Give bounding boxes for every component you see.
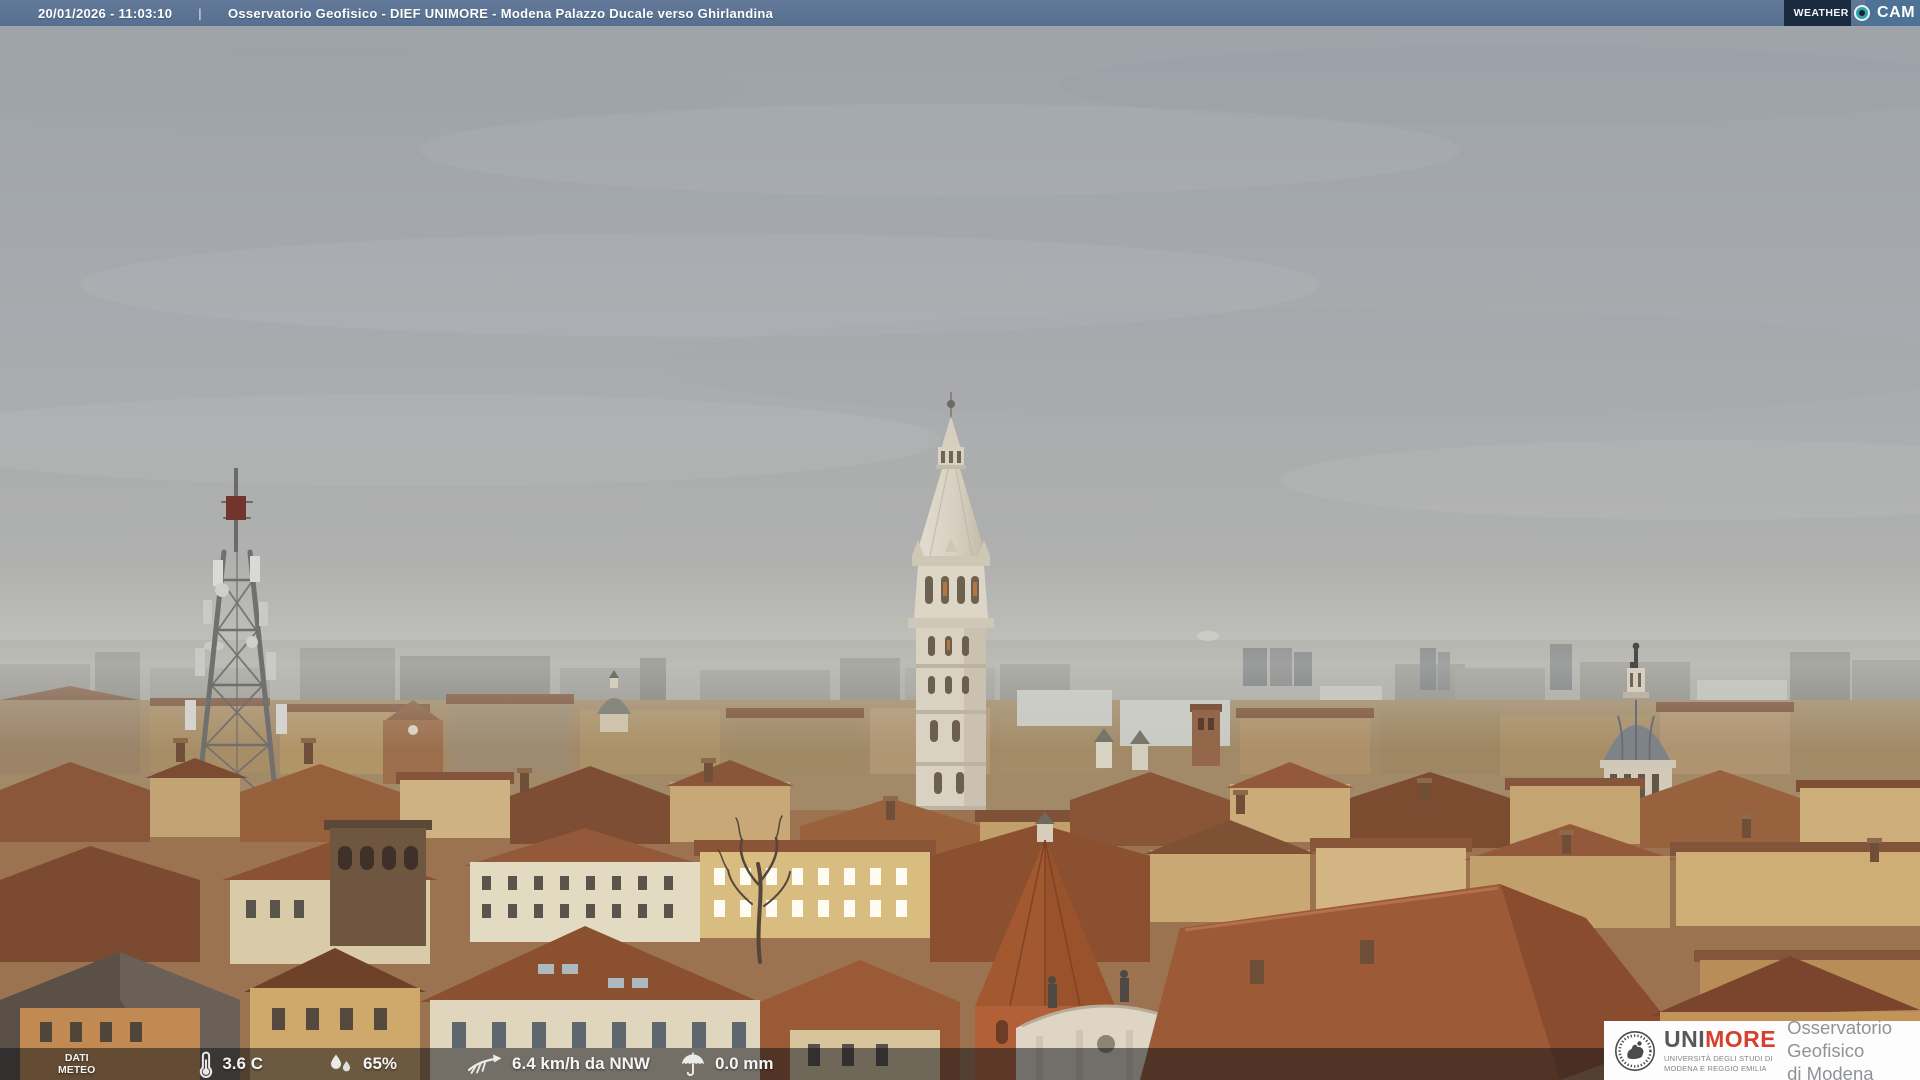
unimore-seal-icon [1614, 1030, 1656, 1071]
webcam-photo [0, 0, 1920, 1080]
unimore-uni: UNI [1664, 1025, 1706, 1052]
weathercam-lens-icon [1853, 5, 1870, 21]
weathercam-cam-label: CAM [1876, 4, 1915, 21]
unimore-credit: UNIMORE UNIVERSITÀ DEGLI STUDI DI MODENA… [1604, 1017, 1920, 1080]
humidity-readout: 65% [327, 1052, 397, 1076]
title-bar: 20/01/2026 - 11:03:10 | Osservatorio Geo… [0, 0, 1920, 26]
unimore-wordmark: UNIMORE UNIVERSITÀ DEGLI STUDI DI MODENA… [1664, 1025, 1777, 1074]
wind-readout: 6.4 km/h da NNW [467, 1052, 650, 1076]
unimore-more: MORE [1705, 1025, 1777, 1052]
timestamp: 20/01/2026 - 11:03:10 [38, 5, 173, 21]
thermometer-icon [200, 1051, 213, 1078]
observatory-name: Osservatorio Geofisico di Modena [1787, 1016, 1892, 1080]
university-line2: MODENA E REGGIO EMILIA [1664, 1063, 1767, 1073]
university-line1: UNIVERSITÀ DEGLI STUDI DI [1664, 1053, 1773, 1063]
precipitation-value: 0.0 mm [714, 1054, 774, 1073]
humidity-drops-icon [330, 1054, 351, 1072]
weathercam-logo: WEATHER CAM [1783, 0, 1920, 26]
weathercam-logo-left: WEATHER [1783, 0, 1851, 26]
temperature-value: 3.6 C [222, 1054, 263, 1073]
wind-value: 6.4 km/h da NNW [512, 1054, 650, 1073]
camera-title: Osservatorio Geofisico - DIEF UNIMORE - … [227, 5, 774, 21]
separator: | [198, 5, 202, 21]
temperature-readout: 3.6 C [199, 1051, 263, 1078]
umbrella-icon [681, 1052, 704, 1076]
precipitation-readout: 0.0 mm [680, 1052, 774, 1077]
wind-vane-icon [467, 1054, 502, 1074]
meteo-label: DATI METEO [58, 1051, 96, 1076]
humidity-value: 65% [362, 1054, 398, 1073]
weathercam-weather-label: WEATHER [1793, 7, 1849, 19]
brick-tower [1190, 704, 1222, 766]
webcam-frame: 20/01/2026 - 11:03:10 | Osservatorio Geo… [0, 0, 1920, 1080]
